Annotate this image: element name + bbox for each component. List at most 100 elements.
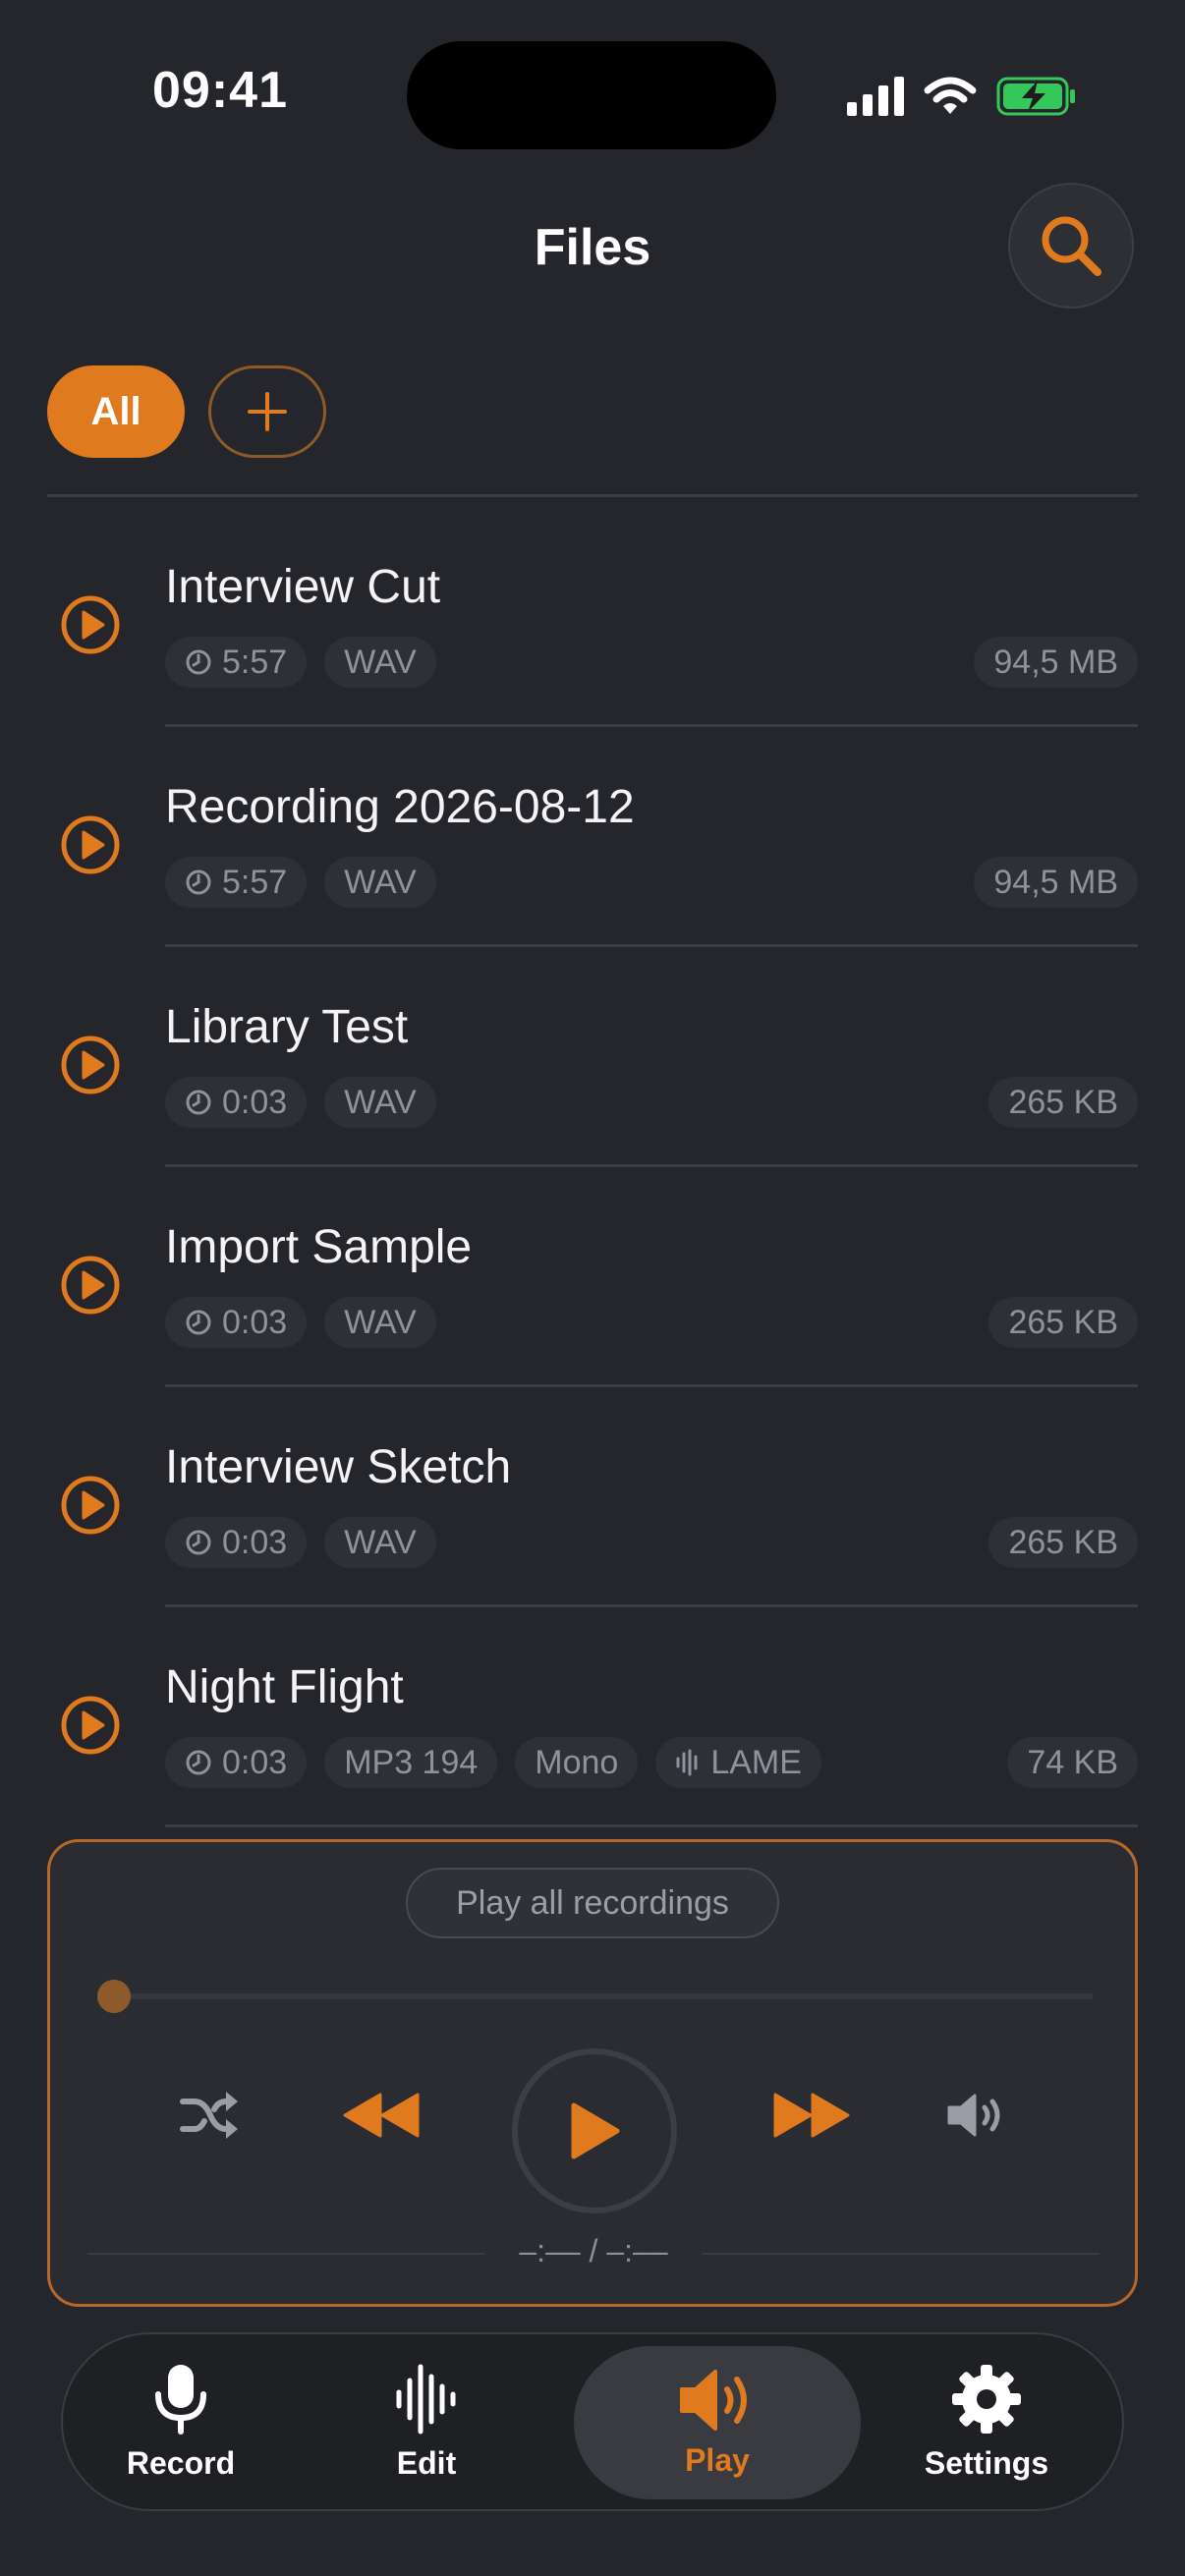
rewind-icon — [343, 2093, 420, 2138]
status-time: 09:41 — [152, 62, 288, 119]
add-filter-button[interactable] — [208, 365, 326, 458]
waveform-icon — [396, 2364, 456, 2434]
file-meta: 0:03 WAV — [165, 1077, 436, 1128]
battery-charging-icon — [996, 77, 1075, 116]
duration-pill: 5:57 — [165, 637, 308, 688]
duration-pill: 0:03 — [165, 1077, 308, 1128]
mini-player: Play all recordings –:–– / –:–– — [47, 1839, 1138, 2307]
speaker-icon — [680, 2369, 747, 2431]
encoder-text: LAME — [710, 1743, 802, 1781]
file-size: 74 KB — [1007, 1737, 1138, 1788]
duration-text: 5:57 — [222, 643, 288, 681]
play-circle-icon — [61, 595, 120, 654]
duration-pill: 0:03 — [165, 1737, 308, 1788]
file-title: Import Sample — [165, 1221, 473, 1273]
tab-record[interactable]: Record — [83, 2334, 279, 2509]
format-pill: WAV — [324, 857, 436, 908]
row-play-button[interactable] — [59, 593, 122, 656]
fast-forward-icon — [773, 2093, 850, 2138]
play-circle-icon — [61, 1476, 120, 1535]
tab-settings[interactable]: Settings — [869, 2334, 1104, 2509]
file-row[interactable]: Recording 2026-08-12 5:57 WAV 94,5 MB — [47, 727, 1138, 947]
play-circle-icon — [61, 1036, 120, 1094]
row-play-button[interactable] — [59, 1474, 122, 1537]
file-row[interactable]: Interview Cut 5:57 WAV 94,5 MB — [47, 507, 1138, 727]
duration-pill: 5:57 — [165, 857, 308, 908]
duration-text: 0:03 — [222, 1303, 288, 1341]
waveform-icon — [676, 1749, 698, 1776]
gear-icon — [952, 2364, 1021, 2434]
clock-icon — [186, 1750, 211, 1775]
row-divider — [165, 1824, 1138, 1827]
filter-chip-all[interactable]: All — [47, 365, 185, 458]
format-pill: MP3 194 — [324, 1737, 498, 1788]
tab-label: Edit — [396, 2444, 457, 2481]
row-play-button[interactable] — [59, 1694, 122, 1757]
file-title: Interview Cut — [165, 561, 441, 613]
shuffle-icon — [180, 2092, 238, 2139]
file-size: 94,5 MB — [974, 637, 1138, 688]
status-icons — [847, 73, 1077, 120]
fast-forward-button[interactable] — [763, 2074, 858, 2156]
time-divider-right — [703, 2253, 1100, 2255]
play-icon — [571, 2102, 620, 2159]
progress-track[interactable] — [111, 1993, 1094, 1999]
play-button[interactable] — [512, 2048, 677, 2213]
search-button[interactable] — [1008, 183, 1134, 308]
format-pill: WAV — [324, 637, 436, 688]
file-size: 94,5 MB — [974, 857, 1138, 908]
file-meta: 0:03 WAV — [165, 1517, 436, 1568]
play-circle-icon — [61, 1696, 120, 1755]
file-size: 265 KB — [988, 1077, 1138, 1128]
wifi-icon — [924, 77, 977, 114]
file-title: Night Flight — [165, 1661, 404, 1713]
dynamic-island — [407, 41, 776, 149]
tab-label: Settings — [924, 2444, 1049, 2481]
file-meta: 5:57 WAV — [165, 857, 436, 908]
file-title: Library Test — [165, 1001, 409, 1053]
microphone-icon — [155, 2364, 206, 2435]
shuffle-button[interactable] — [168, 2074, 251, 2156]
file-title: Recording 2026-08-12 — [165, 781, 635, 833]
format-pill: WAV — [324, 1297, 436, 1348]
tab-edit[interactable]: Edit — [328, 2334, 525, 2509]
play-all-button[interactable]: Play all recordings — [406, 1868, 779, 1938]
file-row[interactable]: Night Flight 0:03 MP3 194 Mono LAME 74 KB — [47, 1607, 1138, 1827]
tab-label: Record — [126, 2444, 236, 2481]
file-row[interactable]: Import Sample 0:03 WAV 265 KB — [47, 1167, 1138, 1387]
row-play-button[interactable] — [59, 813, 122, 876]
duration-text: 0:03 — [222, 1083, 288, 1121]
time-divider-left — [87, 2253, 484, 2255]
search-icon — [1042, 216, 1101, 276]
clock-icon — [186, 869, 211, 895]
file-size: 265 KB — [988, 1297, 1138, 1348]
duration-text: 0:03 — [222, 1743, 288, 1781]
file-meta: 5:57 WAV — [165, 637, 436, 688]
file-meta: 0:03 WAV — [165, 1297, 436, 1348]
row-play-button[interactable] — [59, 1034, 122, 1096]
encoder-pill: LAME — [655, 1737, 821, 1788]
tab-bar: Record Edit Play Settings — [61, 2332, 1124, 2511]
tab-label: Play — [685, 2441, 750, 2478]
clock-icon — [186, 1310, 211, 1335]
play-circle-icon — [61, 815, 120, 874]
signal-icon — [847, 77, 904, 116]
clock-icon — [186, 1530, 211, 1555]
duration-pill: 0:03 — [165, 1517, 308, 1568]
file-meta: 0:03 MP3 194 Mono LAME — [165, 1737, 821, 1788]
progress-handle[interactable] — [97, 1980, 131, 2013]
format-pill: WAV — [324, 1077, 436, 1128]
volume-icon — [947, 2094, 1000, 2137]
file-row[interactable]: Library Test 0:03 WAV 265 KB — [47, 947, 1138, 1167]
format-pill: WAV — [324, 1517, 436, 1568]
plus-icon — [248, 392, 287, 431]
duration-text: 0:03 — [222, 1523, 288, 1561]
file-row[interactable]: Interview Sketch 0:03 WAV 265 KB — [47, 1387, 1138, 1607]
row-play-button[interactable] — [59, 1254, 122, 1316]
tab-play[interactable]: Play — [574, 2346, 861, 2499]
time-readout: –:–– / –:–– — [519, 2233, 668, 2268]
clock-icon — [186, 1090, 211, 1115]
volume-button[interactable] — [934, 2074, 1017, 2156]
play-circle-icon — [61, 1256, 120, 1315]
rewind-button[interactable] — [335, 2074, 429, 2156]
